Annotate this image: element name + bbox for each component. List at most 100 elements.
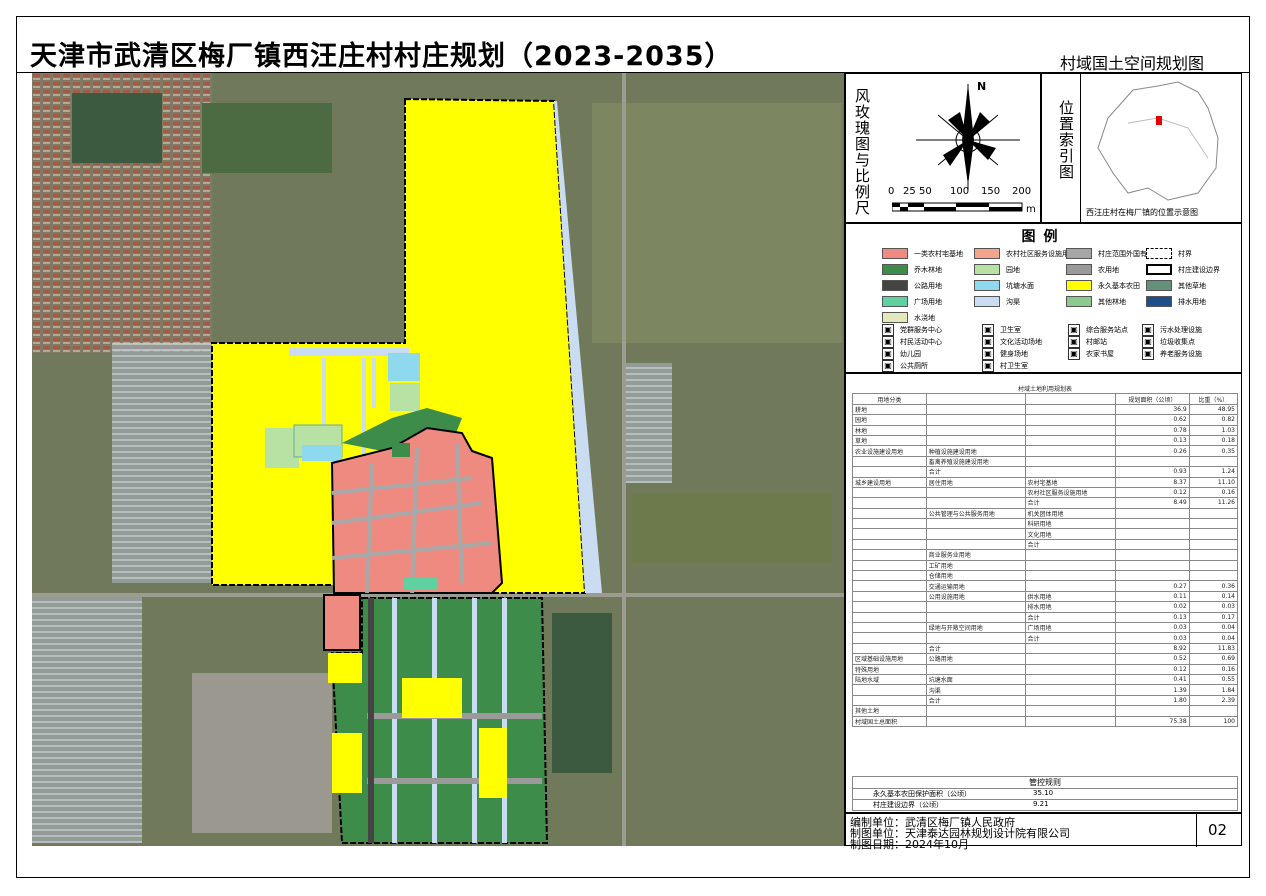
table-row: 村域国土总面积 75.38 100 [852, 715, 1239, 727]
legend-symbol-label: 养老服务设施 [1160, 350, 1202, 358]
table-cell: 0.52 [1114, 653, 1190, 665]
legend-swatch-label: 乔木林地 [914, 265, 942, 274]
table-cell: 0.16 [1188, 486, 1239, 499]
table-row: 耕地 36.9 48.95 [852, 403, 1239, 416]
table-row: 合计 0.93 1.24 [852, 466, 1239, 478]
legend-symbol-item: ▣ 文化活动场地 [982, 336, 1042, 348]
legend-swatch-color [1066, 280, 1092, 291]
legend-swatch-color [882, 280, 908, 291]
legend-swatch-label: 排水用地 [1178, 297, 1206, 306]
table-cell [1114, 538, 1190, 551]
table-row: 农业设施建设用地 种植设施建设用地 0.26 0.35 [852, 445, 1239, 457]
legend-symbol-item: ▣ 村卫生室 [982, 360, 1028, 372]
legend-swatch-label: 水浇地 [914, 313, 935, 322]
table-row: 合计 8.92 11.83 [852, 642, 1239, 655]
post-icon: ▣ [1068, 336, 1080, 348]
table-cell: 农村社区服务设施用地 [1024, 486, 1116, 499]
table-cell: 1.80 [1114, 694, 1190, 707]
legend-symbol-label: 卫生室 [1000, 326, 1021, 334]
forest-south-zone [330, 597, 549, 844]
table-cell [1188, 518, 1239, 530]
table-cell: 0.12 [1114, 663, 1190, 675]
table-cell: 11.83 [1188, 642, 1239, 655]
table-cell [1188, 507, 1239, 520]
legend-swatch-item: 一类农村宅基地 [882, 248, 963, 259]
table-row: 区域基础设施用地 公路用地 0.52 0.69 [852, 653, 1239, 665]
table-cell: 0.14 [1188, 590, 1239, 603]
table-row: 其他土地 [852, 705, 1239, 717]
table-cell [1024, 642, 1116, 655]
table-cell: 0.18 [1188, 434, 1239, 447]
legend-swatch-label: 广场用地 [914, 297, 942, 306]
sewage-icon: ▣ [1142, 324, 1154, 336]
highway-strip [368, 598, 374, 843]
legend-symbol-item: ▣ 污水处理设施 [1142, 324, 1202, 336]
table-cell: 100 [1188, 715, 1239, 727]
table-cell: 0.35 [1188, 445, 1239, 457]
table-row: 公共管理与公共服务用地 机关团体用地 [852, 507, 1239, 520]
table-cell [1024, 673, 1116, 686]
table-cell [1024, 663, 1116, 675]
table-cell: 0.17 [1188, 611, 1239, 624]
table-cell [852, 528, 927, 540]
table-cell: 8.92 [1114, 642, 1190, 655]
table-cell: 科研用地 [1024, 518, 1116, 530]
scale-tick-25: 25 [903, 186, 916, 197]
table-cell [1114, 570, 1190, 582]
table-row: 草地 0.13 0.18 [852, 434, 1239, 447]
legend-swatch-label: 村界 [1178, 249, 1192, 258]
planning-map[interactable] [32, 73, 845, 846]
page-title: 天津市武清区梅厂镇西汪庄村村庄规划（2023-2035） [30, 41, 733, 72]
legend-swatch-color [882, 264, 908, 275]
table-cell: 农村宅基地 [1024, 476, 1116, 488]
table-cell: 城乡建设用地 [852, 476, 927, 488]
table-cell: 农业设施建设用地 [852, 445, 927, 457]
legend-swatch-color [1066, 248, 1092, 259]
activity-center-icon: ▣ [882, 336, 894, 348]
table-row: 文化用地 [852, 528, 1239, 540]
table-cell [1024, 570, 1116, 582]
table-row: 沟渠 1.39 1.84 [852, 684, 1239, 696]
table-cell [1114, 518, 1190, 530]
table-cell: 75.38 [1114, 715, 1190, 727]
legend-swatch-label: 公路用地 [914, 281, 942, 290]
table-cell [1024, 694, 1116, 707]
table-cell: 商业服务业用地 [925, 549, 1026, 561]
legend-swatch-color [1066, 264, 1092, 275]
scale-bar [892, 202, 1023, 212]
table-cell: 合计 [925, 466, 1026, 478]
table-cell [852, 549, 927, 561]
table-cell: 畜禽养殖设施建设用地 [925, 455, 1026, 468]
party-center-icon: ▣ [882, 324, 894, 336]
table-cell [1024, 715, 1116, 727]
legend-symbol-label: 污水处理设施 [1160, 326, 1202, 334]
table-row: 合计 [852, 538, 1239, 551]
legend-swatch-color [882, 296, 908, 307]
table-row: 仓储用地 [852, 570, 1239, 582]
table-cell: 1.24 [1188, 466, 1239, 478]
legend-swatch-color [974, 296, 1000, 307]
south-road-2 [367, 778, 542, 784]
map-canvas [32, 73, 844, 846]
table-cell [925, 632, 1026, 644]
table-cell: 0.93 [1114, 466, 1190, 478]
table-cell: 公用设施用地 [925, 590, 1026, 603]
table-cell [1024, 424, 1116, 436]
pond-2 [302, 445, 342, 461]
east-field [592, 103, 842, 343]
table-cell [1024, 455, 1116, 468]
toilet-icon: ▣ [882, 360, 894, 372]
table-cell: 其他土地 [852, 705, 927, 717]
table-cell: 广场用地 [1024, 621, 1116, 634]
pond-1 [388, 353, 420, 381]
table-cell: 11.26 [1188, 497, 1239, 509]
table-cell [925, 538, 1026, 551]
residential-south [323, 594, 361, 651]
table-header-row: 用地分类 规划面积（公顷） 比重（%） [852, 393, 1239, 405]
table-cell: 0.16 [1188, 663, 1239, 675]
table-cell [1024, 445, 1116, 457]
legend-symbol-item: ▣ 村民活动中心 [882, 336, 942, 348]
scale-tick-200: 200 [1012, 186, 1032, 197]
compass-vertical-label: 风玫瑰图与比例尺 [853, 88, 871, 216]
legend-symbol-label: 村民活动中心 [900, 338, 942, 346]
